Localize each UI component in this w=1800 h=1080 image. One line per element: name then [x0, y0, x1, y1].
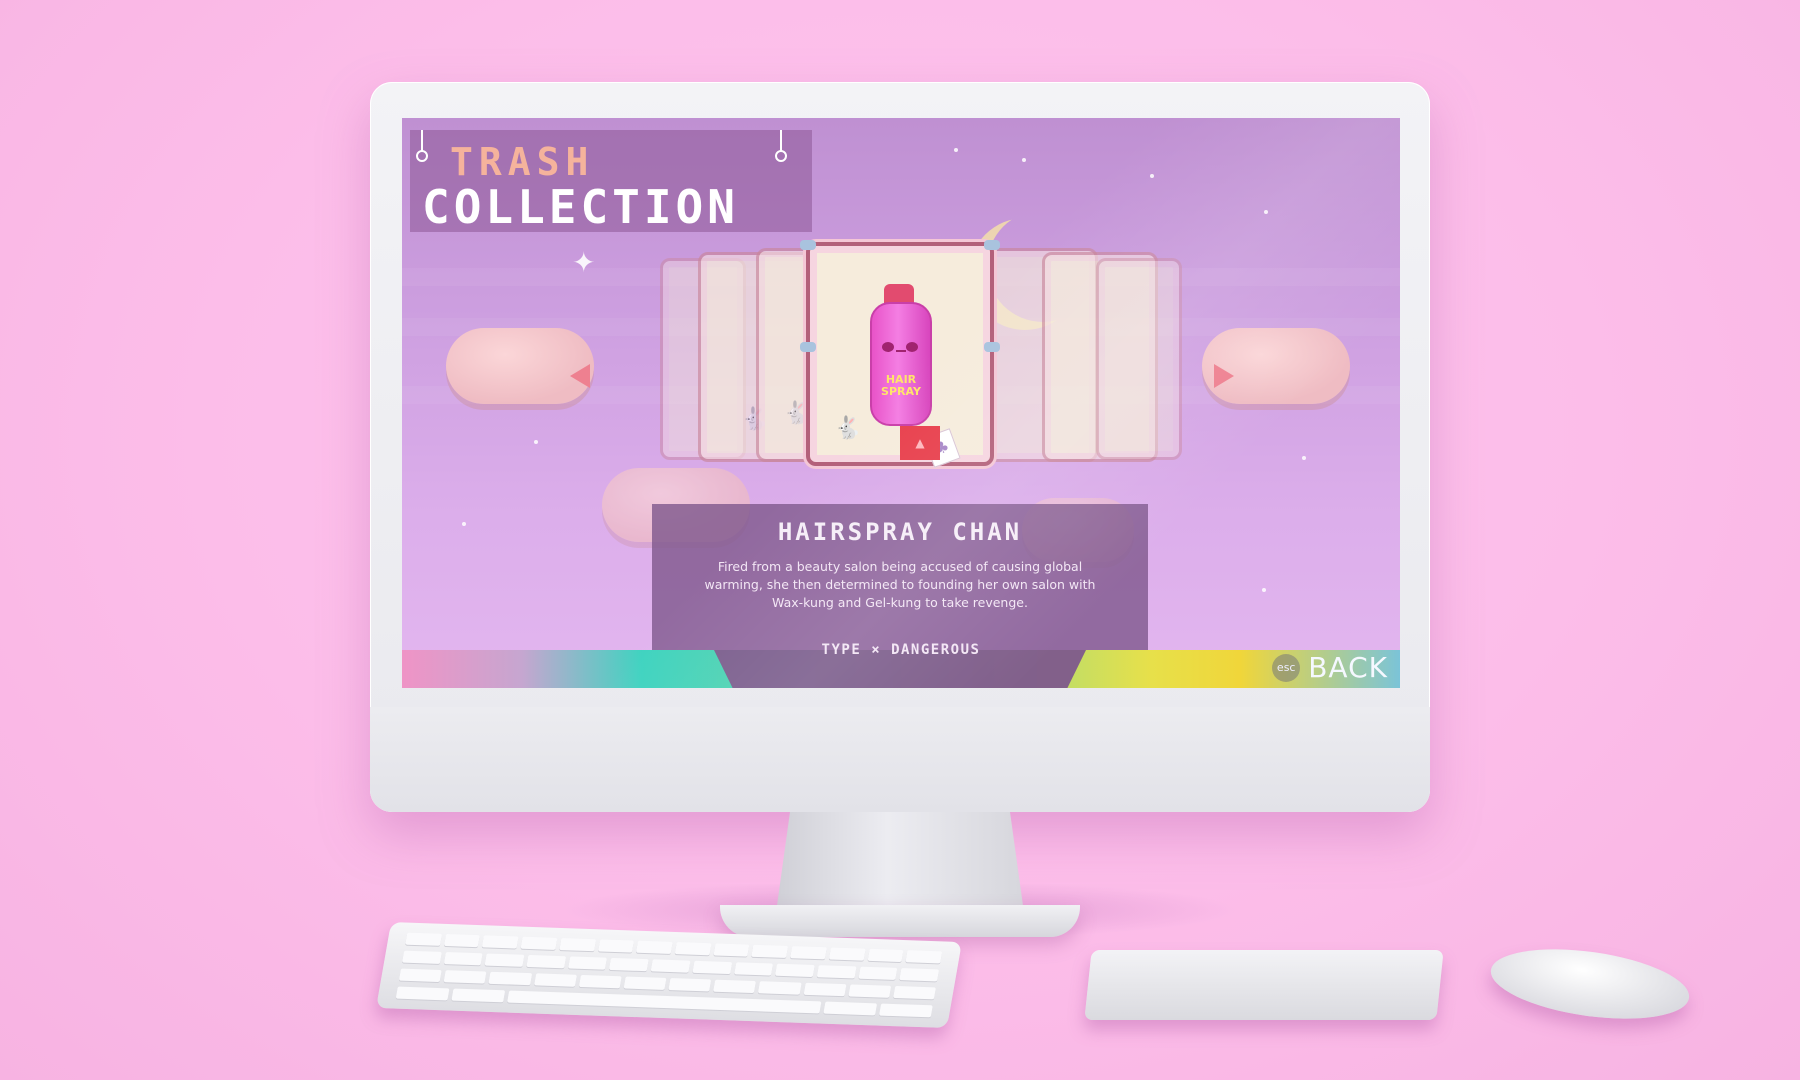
type-value: DANGEROUS [891, 642, 981, 658]
character-type: TYPE × DANGEROUS [402, 642, 1400, 658]
type-label: TYPE [821, 642, 862, 658]
hanging-string [421, 130, 423, 152]
star [1022, 158, 1026, 162]
character-card[interactable] [1096, 258, 1182, 460]
character-name: HAIRSPRAY CHAN [777, 518, 1023, 546]
title-trash: TRASH [450, 140, 595, 184]
type-separator: × [871, 642, 882, 658]
game-screen: ✦ TRASH COLLECTION 🐇 🐇 HAIR SPRAY 🐇 ♣ ▲ … [402, 118, 1400, 688]
eye [882, 342, 894, 352]
hanging-string [780, 130, 782, 152]
bunny-icon: 🐇 [834, 416, 862, 441]
monitor-stand [775, 812, 1025, 920]
star [1150, 174, 1154, 178]
star [462, 522, 466, 526]
hanging-ring [416, 150, 428, 162]
next-character-button[interactable] [1214, 364, 1234, 388]
star [534, 440, 538, 444]
star [1302, 456, 1306, 460]
bow-decoration [800, 342, 816, 352]
hairspray-character: HAIR SPRAY [870, 302, 932, 426]
warning-tab: ▲ [900, 426, 940, 460]
can-label: HAIR SPRAY [881, 373, 921, 398]
bow-decoration [984, 342, 1000, 352]
star [1264, 210, 1268, 214]
eye [906, 342, 918, 352]
star [1262, 588, 1266, 592]
mouth [896, 350, 906, 352]
trackpad [1084, 950, 1444, 1020]
sparkle-icon: ✦ [572, 246, 596, 279]
bow-decoration [984, 240, 1000, 250]
hanging-ring [775, 150, 787, 162]
bow-decoration [800, 240, 816, 250]
title-banner: TRASH COLLECTION [410, 130, 812, 234]
title-collection: COLLECTION [422, 180, 739, 234]
character-description: Fired from a beauty salon being accused … [704, 559, 1096, 610]
prev-character-button[interactable] [570, 364, 590, 388]
mouse [1486, 938, 1694, 1030]
monitor-stand-foot [720, 905, 1080, 937]
monitor-chin [370, 707, 1430, 812]
star [954, 148, 958, 152]
